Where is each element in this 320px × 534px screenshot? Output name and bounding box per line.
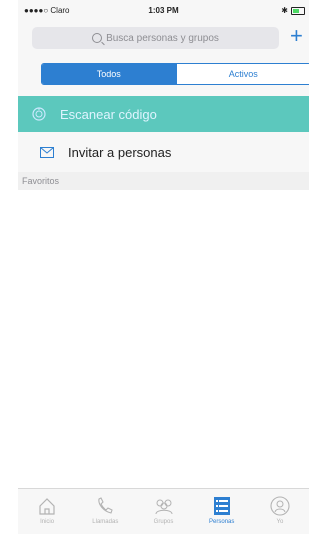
status-bar: ●●●●○ Claro 1:03 PM ✱ (18, 0, 309, 20)
groups-icon (155, 499, 172, 515)
tab-label: Grupos (153, 519, 174, 525)
segment-todos[interactable]: Todos (42, 64, 176, 84)
phone-icon (98, 497, 113, 514)
tab-yo[interactable]: Yo (251, 489, 309, 534)
home-icon (39, 498, 55, 515)
scan-icon (32, 107, 46, 121)
profile-icon (270, 496, 290, 516)
favorites-list (18, 190, 309, 488)
search-input[interactable]: Busca personas y grupos (32, 27, 279, 49)
status-right: ✱ (281, 6, 305, 15)
scan-code-row[interactable]: Escanear código (18, 96, 309, 132)
add-button[interactable]: + (290, 24, 303, 48)
battery-icon (291, 6, 305, 15)
segmented-control: Todos Activos (41, 63, 309, 85)
favorites-header: Favoritos (18, 172, 309, 190)
search-icon (92, 33, 103, 43)
people-list-icon (213, 497, 230, 515)
segment-activos[interactable]: Activos (175, 64, 309, 84)
scan-code-label: Escanear código (60, 106, 157, 122)
app-screen: ●●●●○ Claro 1:03 PM ✱ Busca personas y g… (18, 0, 309, 534)
tab-label: Yo (276, 519, 284, 525)
tab-inicio[interactable]: Inicio (18, 489, 76, 534)
clock: 1:03 PM (148, 6, 179, 15)
tab-label: Llamadas (92, 519, 119, 525)
tab-label: Inicio (40, 519, 55, 525)
tab-personas[interactable]: Personas (193, 489, 251, 534)
bluetooth-icon: ✱ (281, 6, 288, 15)
invite-people-row[interactable]: Invitar a personas (18, 134, 309, 170)
tab-llamadas[interactable]: Llamadas (76, 489, 134, 534)
envelope-icon (40, 146, 54, 158)
tab-label: Personas (209, 519, 235, 525)
tab-grupos[interactable]: Grupos (134, 489, 192, 534)
search-placeholder: Busca personas y grupos (106, 32, 219, 44)
invite-people-label: Invitar a personas (68, 144, 172, 160)
tab-bar: Inicio Llamadas Grupos Personas Yo (18, 488, 309, 534)
